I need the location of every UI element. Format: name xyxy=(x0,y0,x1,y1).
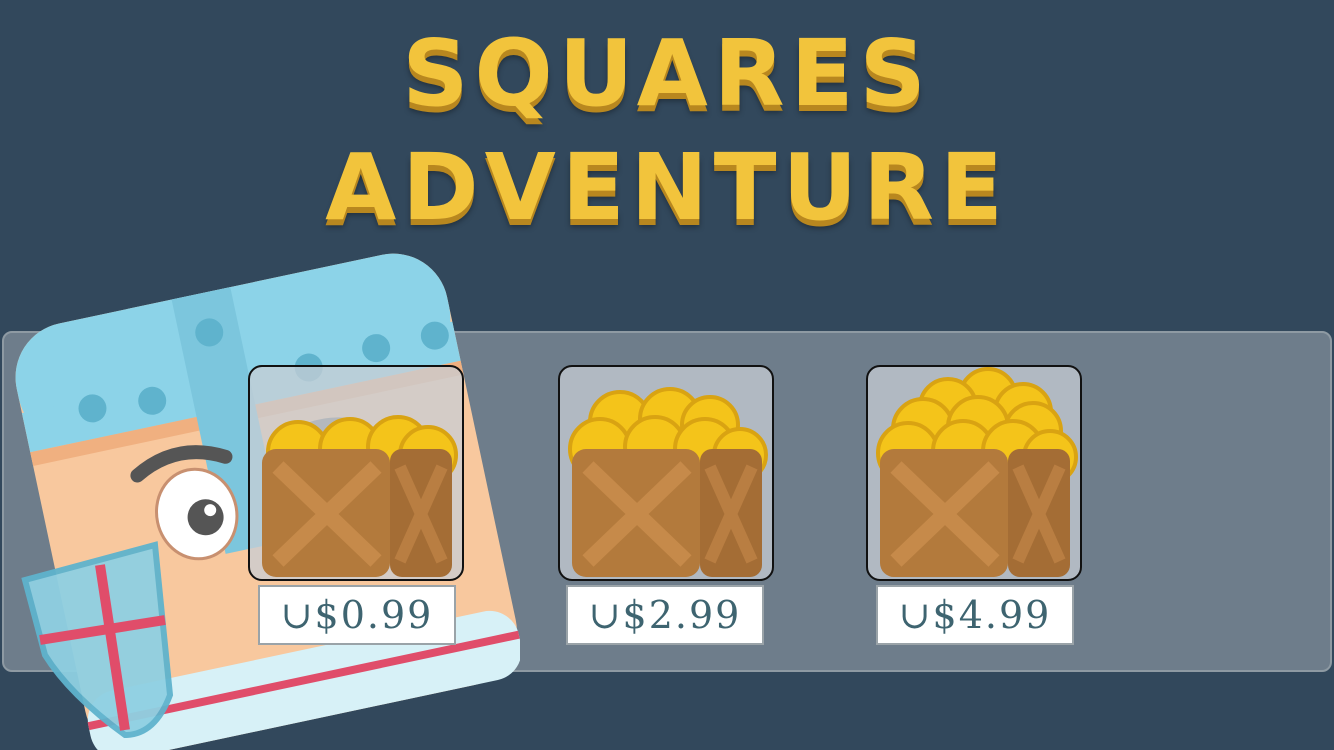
price-button-2[interactable]: ∪$2.99 xyxy=(566,585,764,645)
coin-pack-card-2[interactable] xyxy=(558,365,774,581)
coin-crate-icon xyxy=(568,387,768,577)
coin-pack-card-3[interactable] xyxy=(866,365,1082,581)
shield-icon xyxy=(21,541,174,739)
game-title-line1: SQUARES xyxy=(402,20,932,127)
coin-crate-icon xyxy=(262,415,458,577)
price-button-3[interactable]: ∪$4.99 xyxy=(876,585,1074,645)
coin-crate-icon xyxy=(876,367,1078,577)
coin-pack-card-1[interactable] xyxy=(248,365,464,581)
price-button-1[interactable]: ∪$0.99 xyxy=(258,585,456,645)
